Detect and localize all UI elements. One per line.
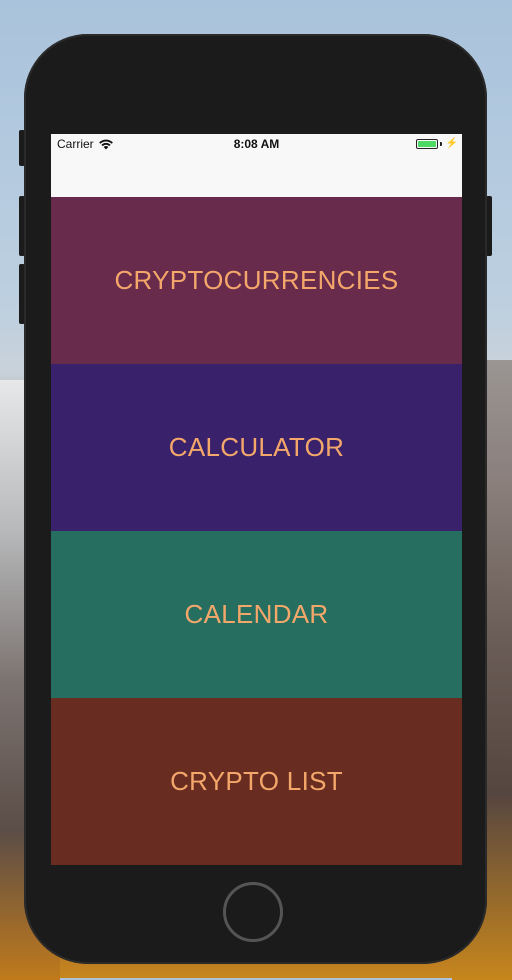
battery-indicator: ⚡ [415,138,458,149]
menu-item-calendar[interactable]: CALENDAR [51,531,462,698]
menu-item-label: CRYPTO LIST [170,766,343,796]
main-menu: CRYPTOCURRENCIES CALCULATOR CALENDAR CRY… [51,197,462,865]
battery-icon [415,138,438,149]
charging-bolt-icon: ⚡ [445,138,458,149]
menu-item-label: CALENDAR [184,599,329,629]
menu-item-label: CALCULATOR [168,432,345,462]
menu-item-calculator[interactable]: CALCULATOR [51,364,462,531]
status-time: 8:08 AM [233,137,280,151]
battery-fill [417,140,436,147]
battery-cap [439,141,442,146]
menu-item-label: CRYPTOCURRENCIES [114,265,399,295]
menu-item-cryptocurrencies[interactable]: CRYPTOCURRENCIES [51,197,462,364]
app-screen: Carrier 8:08 AM ⚡ CRYPTOCURRENCIES CALCU… [51,134,462,865]
home-button[interactable] [223,882,283,942]
status-bar: Carrier 8:08 AM ⚡ [51,134,462,154]
menu-item-crypto-list[interactable]: CRYPTO LIST [51,698,462,865]
